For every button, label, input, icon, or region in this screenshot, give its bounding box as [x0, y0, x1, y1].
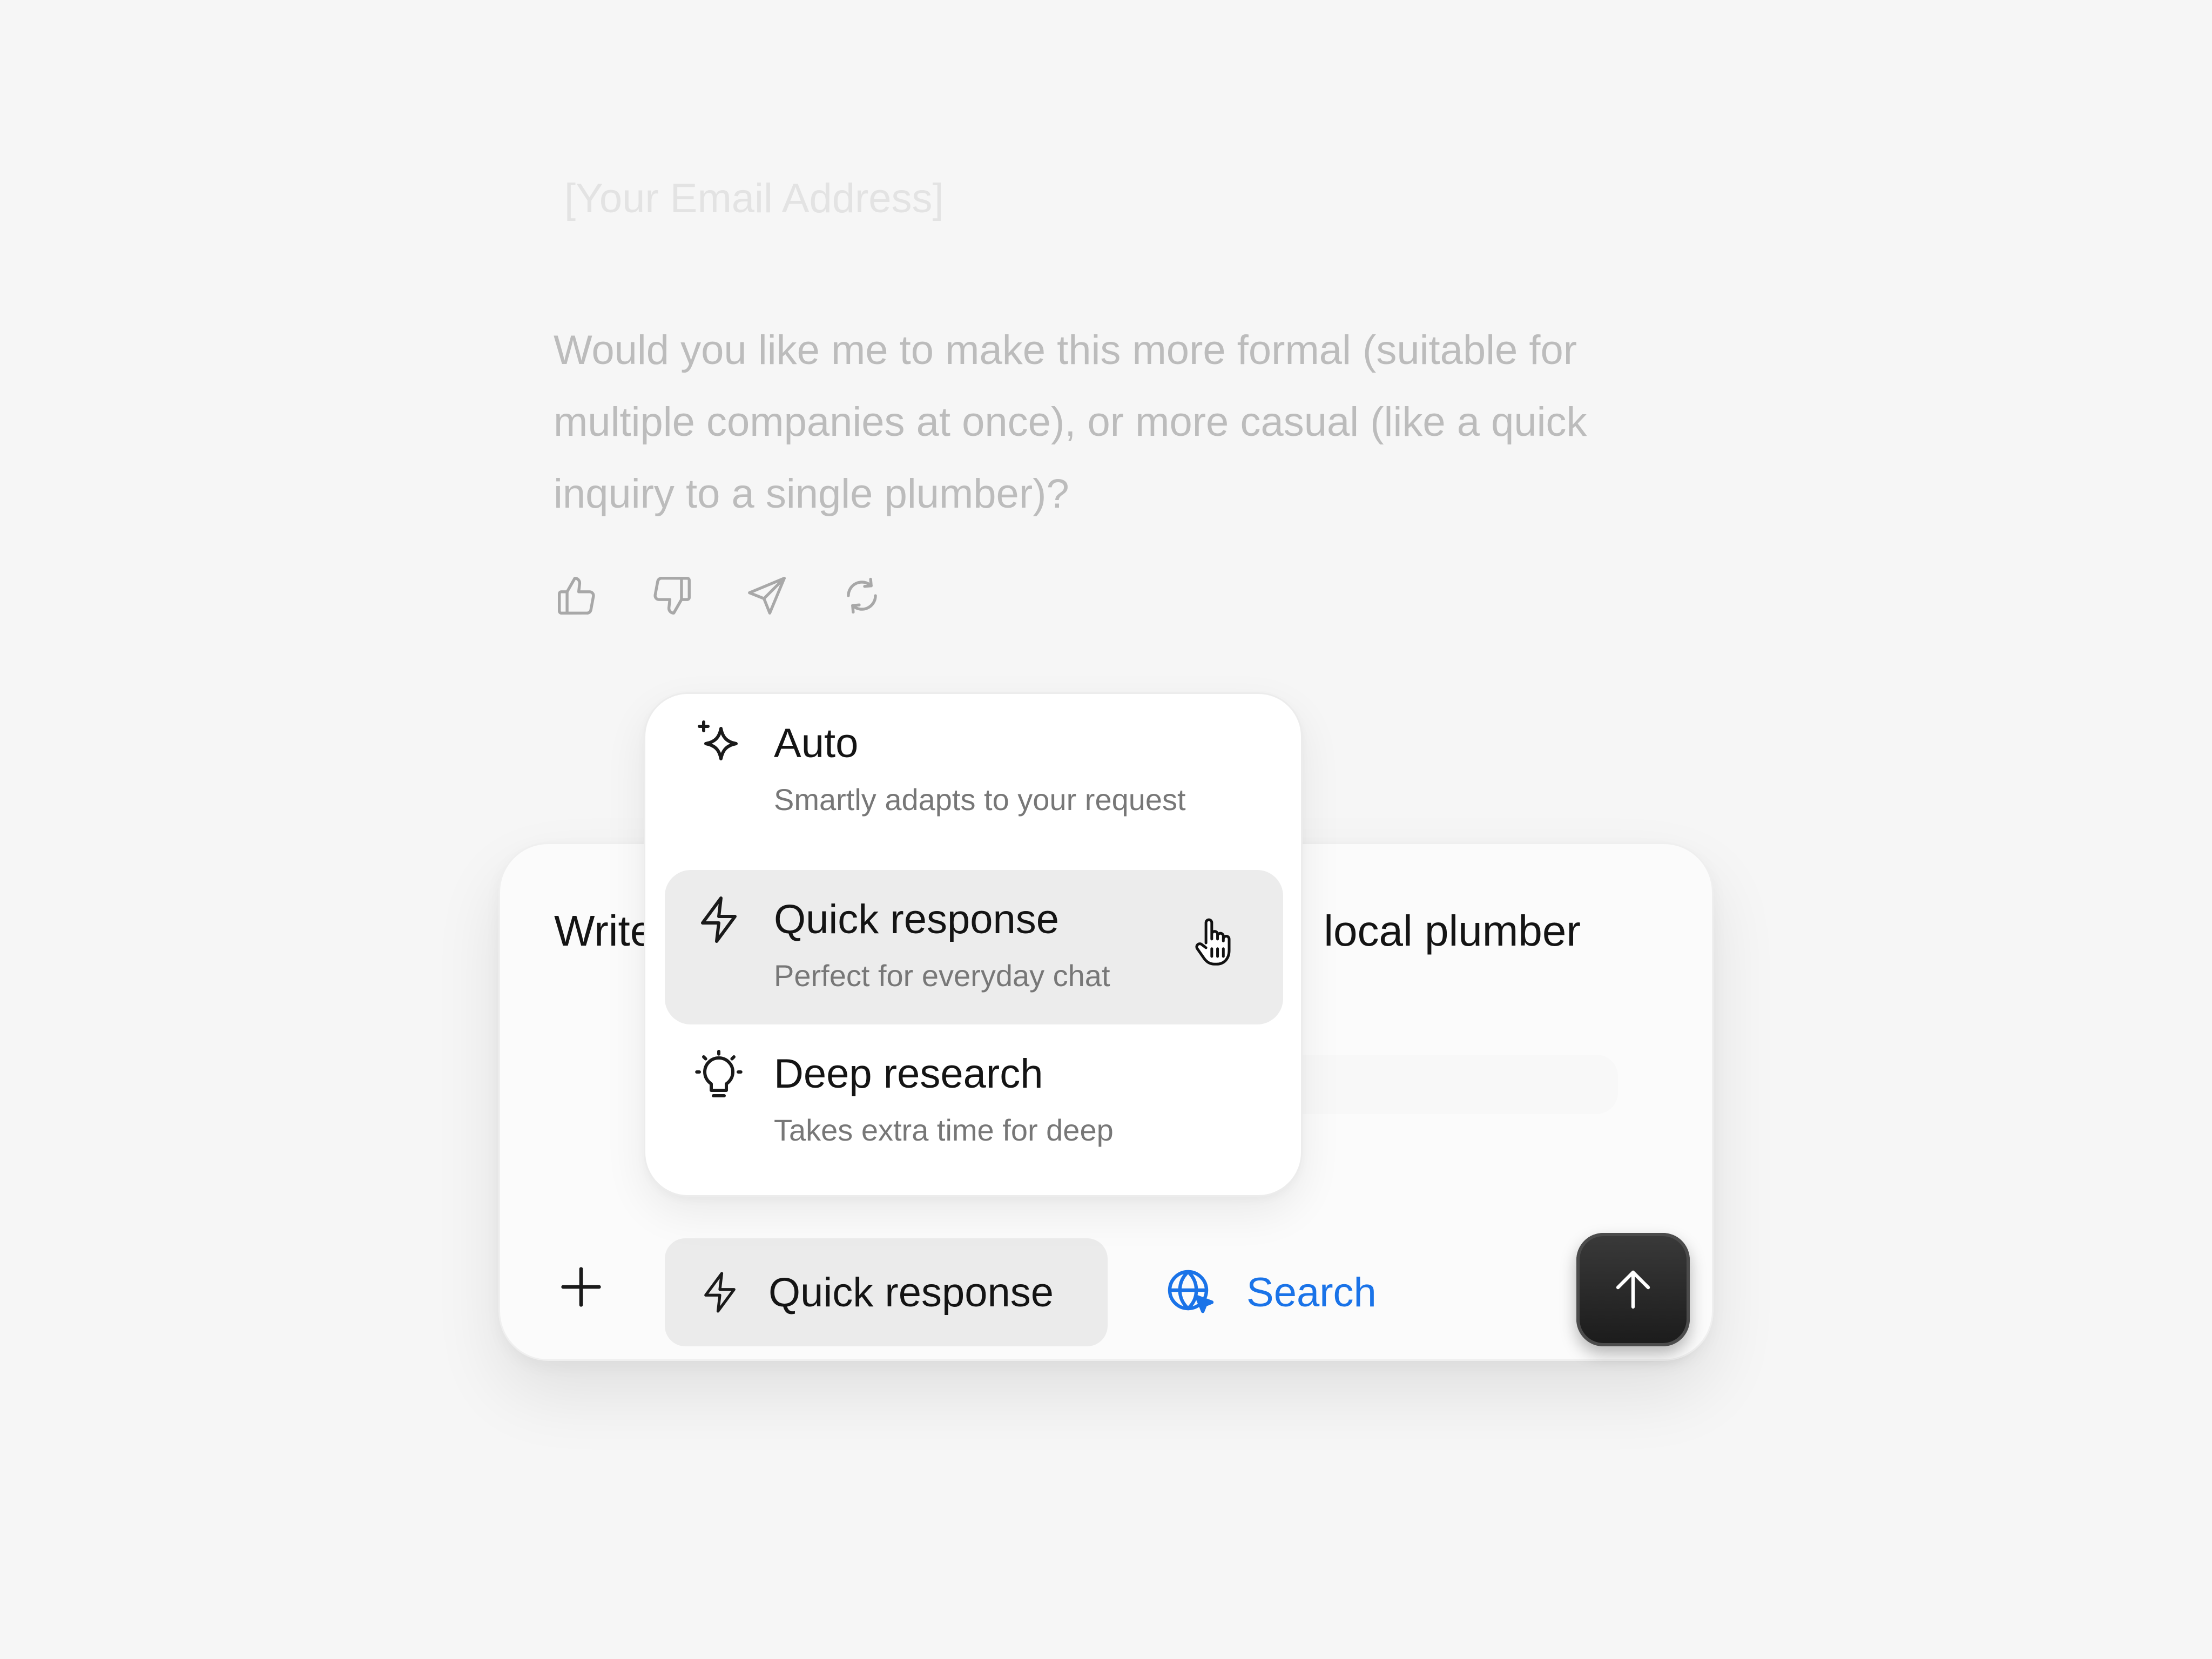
refresh-icon — [847, 577, 877, 614]
thumbs-down-icon — [653, 577, 691, 615]
thumbs-up-button[interactable] — [554, 572, 600, 619]
prompt-text-end: local plumbers — [1324, 907, 1580, 955]
lightning-icon — [704, 1272, 736, 1313]
menu-item-subtitle: Takes extra time for deep — [774, 1113, 1114, 1147]
send-button[interactable] — [1576, 1233, 1690, 1346]
message-actions — [554, 572, 885, 619]
composer-toolbar: Quick response Search — [500, 1222, 1712, 1346]
search-toggle-button[interactable]: Search — [1164, 1238, 1377, 1346]
lightbulb-icon — [695, 1050, 743, 1097]
share-button[interactable] — [744, 572, 790, 619]
thumbs-down-button[interactable] — [649, 572, 695, 619]
add-attachment-button[interactable] — [554, 1260, 608, 1314]
prompt-text-start: Write — [554, 907, 655, 955]
thumbs-up-icon — [558, 577, 595, 615]
globe-icon — [1168, 1270, 1214, 1313]
regenerate-button[interactable] — [839, 572, 885, 619]
menu-item-deep-research[interactable]: Deep research Takes extra time for deep — [665, 1024, 1283, 1179]
menu-item-auto[interactable]: Auto Smartly adapts to your request — [665, 694, 1283, 848]
hand-pointer-cursor-icon — [1195, 918, 1231, 966]
search-toggle-label: Search — [1246, 1269, 1377, 1316]
menu-item-quick-response[interactable]: Quick response Perfect for everyday chat — [665, 870, 1283, 1024]
mode-selector-button[interactable]: Quick response — [665, 1238, 1108, 1346]
menu-item-subtitle: Perfect for everyday chat — [774, 959, 1110, 993]
email-placeholder: [Your Email Address] — [564, 176, 944, 221]
lightning-icon — [701, 896, 737, 943]
menu-item-title: Quick response — [774, 896, 1060, 942]
plus-icon — [561, 1267, 601, 1307]
assistant-message: Would you like me to make this more form… — [554, 327, 1587, 517]
menu-item-title: Deep research — [774, 1051, 1043, 1097]
mode-selector-label: Quick response — [768, 1269, 1054, 1316]
arrow-up-icon — [1616, 1270, 1650, 1309]
menu-item-title: Auto — [774, 720, 859, 766]
send-icon — [748, 577, 786, 615]
sparkle-icon — [698, 720, 738, 760]
menu-item-subtitle: Smartly adapts to your request — [774, 783, 1186, 817]
